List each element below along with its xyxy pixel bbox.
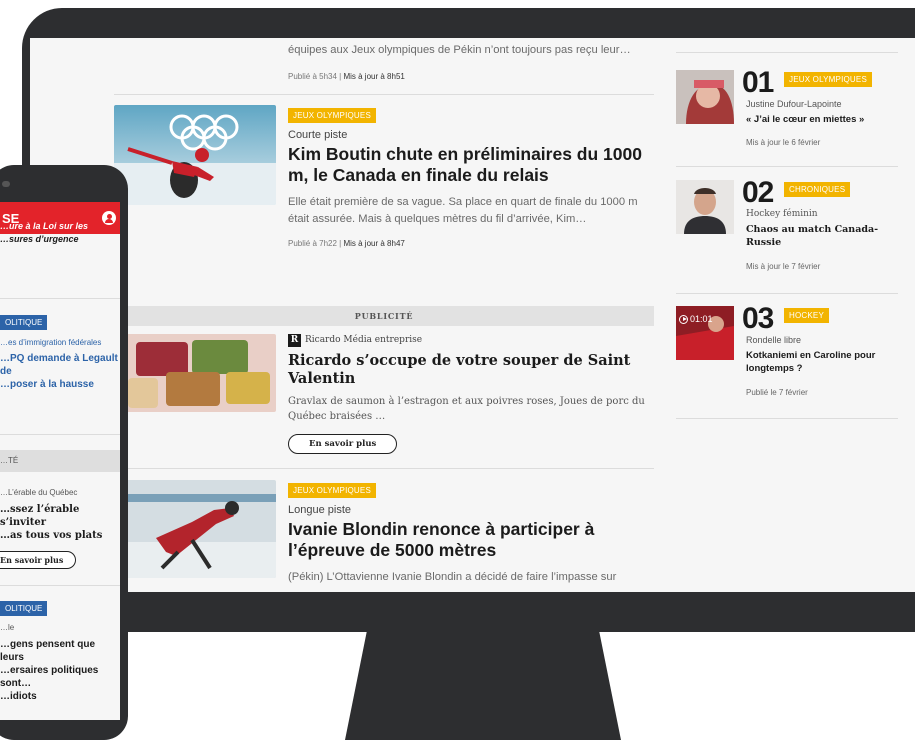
divider bbox=[676, 52, 898, 53]
category-badge[interactable]: CHRONIQUES bbox=[784, 182, 851, 197]
ranking-number: 03 bbox=[742, 302, 774, 335]
ad-title[interactable]: Ricardo s’occupe de votre souper de Sain… bbox=[288, 352, 658, 388]
learn-more-button[interactable]: En savoir plus bbox=[288, 434, 398, 454]
ranking-title[interactable]: Chaos au match Canada-Russie bbox=[746, 223, 896, 249]
ranking-thumbnail[interactable] bbox=[676, 70, 734, 124]
article-rubric: Courte piste bbox=[288, 129, 348, 141]
article-rubric: …le bbox=[0, 623, 15, 632]
ad-brand-line: R Ricardo Média entreprise bbox=[288, 334, 658, 347]
ad-text: Gravlax de saumon à l’estragon et aux po… bbox=[288, 396, 645, 422]
divider bbox=[676, 293, 898, 294]
ranking-title[interactable]: « J’ai le cœur en miettes » bbox=[746, 113, 896, 126]
phone-article-2[interactable]: OLITIQUE …le …gens pensent que leurs …er… bbox=[0, 598, 120, 703]
article-meta: Publié à 7h22 | Mis à jour à 8h47 bbox=[288, 239, 405, 248]
ranking-number: 02 bbox=[742, 176, 774, 209]
ranking-item-2[interactable]: 02 CHRONIQUES Hockey féminin Chaos au ma… bbox=[676, 176, 898, 276]
ranking-subtitle: Rondelle libre bbox=[746, 335, 802, 345]
article-rubric: …es d’immigration fédérales bbox=[0, 338, 102, 347]
article-lede: équipes aux Jeux olympiques de Pékin n’o… bbox=[288, 44, 631, 56]
divider bbox=[114, 468, 654, 469]
category-badge[interactable]: JEUX OLYMPIQUES bbox=[784, 72, 872, 87]
ranking-subtitle: Hockey féminin bbox=[746, 209, 818, 219]
article-thumbnail[interactable] bbox=[126, 480, 276, 578]
ranking-thumbnail[interactable] bbox=[676, 180, 734, 234]
article-lede: Elle était première de sa vague. Sa plac… bbox=[288, 196, 638, 225]
play-icon bbox=[679, 314, 688, 324]
article-lede: (Pékin) L’Ottavienne Ivanie Blondin a dé… bbox=[288, 571, 617, 583]
category-badge[interactable]: OLITIQUE bbox=[0, 315, 48, 330]
phone-camera bbox=[2, 181, 10, 187]
monitor-chin bbox=[22, 592, 915, 632]
phone-ad[interactable]: …L’érable du Québec …ssez l’érable s’inv… bbox=[0, 488, 120, 569]
ad-ricardo[interactable]: R Ricardo Média entreprise Ricardo s’occu… bbox=[288, 334, 658, 454]
desktop-screen: équipes aux Jeux olympiques de Pékin n’o… bbox=[30, 38, 915, 592]
ranking-meta: Mis à jour le 6 février bbox=[746, 138, 821, 147]
category-badge[interactable]: OLITIQUE bbox=[0, 601, 48, 616]
phone-top-headline[interactable]: …ure à la Loi sur les …sures d’urgence bbox=[0, 220, 120, 246]
article-title[interactable]: …gens pensent que leurs …ersaires politi… bbox=[0, 638, 120, 703]
article-title[interactable]: Kim Boutin chute en préliminaires du 100… bbox=[288, 144, 658, 186]
ad-brand: …L’érable du Québec bbox=[0, 488, 78, 497]
divider bbox=[0, 585, 120, 586]
category-badge[interactable]: JEUX OLYMPIQUES bbox=[288, 483, 376, 498]
article-rubric: Longue piste bbox=[288, 504, 351, 516]
article-title[interactable]: …PQ demande à Legault de …poser à la hau… bbox=[0, 352, 120, 391]
divider bbox=[0, 434, 120, 435]
article-kim-boutin[interactable]: JEUX OLYMPIQUES Courte piste Kim Boutin … bbox=[288, 105, 658, 248]
ranking-item-1[interactable]: 01 JEUX OLYMPIQUES Justine Dufour-Lapoin… bbox=[676, 66, 898, 160]
video-duration: 01:01 bbox=[679, 314, 713, 324]
ranking-video-thumbnail[interactable]: 01:01 bbox=[676, 306, 734, 360]
divider bbox=[676, 166, 898, 167]
ranking-meta: Mis à jour le 7 février bbox=[746, 262, 821, 271]
phone-pub-label: …TÉ bbox=[0, 450, 120, 472]
article-title[interactable]: Ivanie Blondin renonce à participer à l’… bbox=[288, 519, 658, 561]
learn-more-button[interactable]: En savoir plus bbox=[0, 551, 77, 569]
category-badge[interactable]: HOCKEY bbox=[784, 308, 829, 323]
phone-article-1[interactable]: OLITIQUE …es d’immigration fédérales …PQ… bbox=[0, 312, 120, 391]
article-meta: Publié à 5h34 | Mis à jour à 8h51 bbox=[288, 72, 405, 81]
ricardo-logo-icon: R bbox=[288, 334, 301, 347]
ranking-number: 01 bbox=[742, 66, 774, 99]
divider bbox=[0, 298, 120, 299]
category-badge[interactable]: JEUX OLYMPIQUES bbox=[288, 108, 376, 123]
ranking-subtitle: Justine Dufour-Lapointe bbox=[746, 99, 842, 109]
monitor-stand bbox=[345, 630, 621, 740]
ranking-item-3[interactable]: 01:01 03 HOCKEY Rondelle libre Kotkaniem… bbox=[676, 302, 898, 402]
ranking-meta: Publié le 7 février bbox=[746, 388, 808, 397]
ad-image[interactable] bbox=[126, 334, 276, 412]
divider bbox=[114, 94, 654, 95]
ad-title[interactable]: …ssez l’érable s’inviter …as tous vos pl… bbox=[0, 503, 120, 542]
phone-screen: SE …ure à la Loi sur les …sures d’urgenc… bbox=[0, 202, 120, 720]
article-thumbnail[interactable] bbox=[114, 105, 276, 205]
divider bbox=[676, 418, 898, 419]
article-ivanie-blondin[interactable]: JEUX OLYMPIQUES Longue piste Ivanie Blon… bbox=[288, 480, 658, 586]
advertising-label: PUBLICITÉ bbox=[114, 306, 654, 326]
article-previous[interactable]: équipes aux Jeux olympiques de Pékin n’o… bbox=[288, 38, 658, 81]
ranking-title[interactable]: Kotkaniemi en Caroline pour longtemps ? bbox=[746, 349, 896, 375]
